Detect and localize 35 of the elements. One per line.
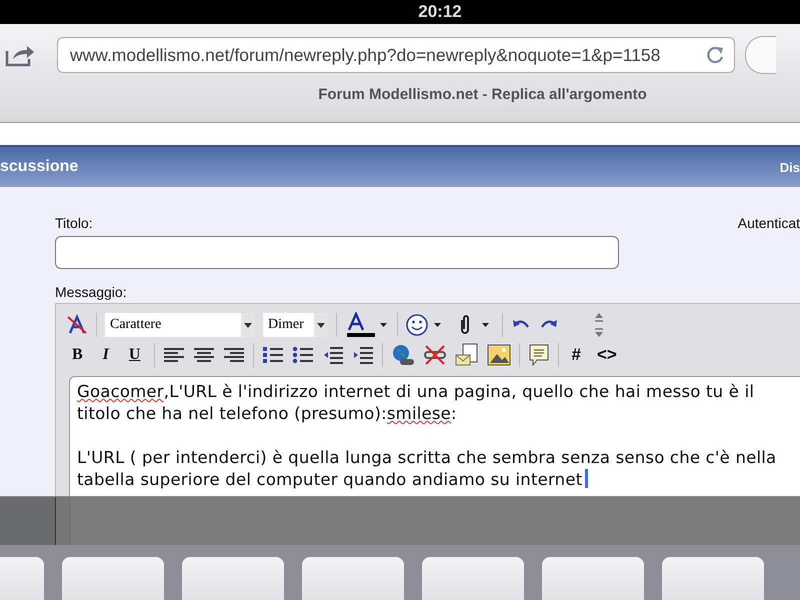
share-icon[interactable] xyxy=(5,43,35,67)
format-button[interactable]: I xyxy=(96,346,115,364)
message-paragraph: Goacomer,L'URL è l'indirizzo internet di una pagina, quello che hai messo tu è il titolo che ha nel telefono (presumo):smilese: xyxy=(77,381,756,425)
page-title: Forum Modellismo.net - Replica all'argomento xyxy=(317,86,648,103)
code-button[interactable]: <> xyxy=(592,345,621,365)
address-field[interactable]: www.modellismo.net/forum/newreply.php?do=newreply&noquote=1&p=1158 xyxy=(57,37,735,73)
header-link[interactable]: Dis xyxy=(780,160,800,174)
resize-icon[interactable] xyxy=(593,312,605,338)
image-icon[interactable] xyxy=(487,344,512,366)
email-icon[interactable] xyxy=(455,343,480,367)
outdent-icon[interactable] xyxy=(322,346,344,364)
bullet-list-icon[interactable] xyxy=(292,346,314,364)
numbered-list-icon[interactable] xyxy=(262,346,284,364)
globe-link-icon[interactable] xyxy=(391,343,416,367)
indent-icon[interactable] xyxy=(352,346,374,364)
auth-label: Autenticat xyxy=(738,215,800,231)
unlink-icon[interactable] xyxy=(423,343,448,367)
message-paragraph: L'URL ( per intenderci) è quella lunga scritta che sembra senza senso che c'è nella tabella superiore del computer quando andiamo su internet xyxy=(77,447,778,491)
font-select[interactable]: Carattere xyxy=(105,313,255,337)
message-label: Messaggio: xyxy=(55,284,128,300)
align-icon[interactable] xyxy=(163,347,186,363)
code-button[interactable]: # xyxy=(567,345,585,365)
reload-icon[interactable] xyxy=(706,45,726,65)
align-icon[interactable] xyxy=(193,347,216,363)
remove-format-icon[interactable] xyxy=(66,314,88,336)
title-label: Titolo: xyxy=(55,215,93,231)
text-color-icon[interactable] xyxy=(345,312,389,338)
align-icon[interactable] xyxy=(223,347,246,363)
quote-icon[interactable] xyxy=(528,343,550,367)
header-title: scussione xyxy=(0,158,78,176)
title-input[interactable] xyxy=(55,236,619,269)
format-button[interactable]: U xyxy=(122,346,146,364)
format-button[interactable]: B xyxy=(66,346,89,364)
clock: 20:12 xyxy=(418,2,462,22)
size-select[interactable]: Dimer xyxy=(263,313,328,337)
